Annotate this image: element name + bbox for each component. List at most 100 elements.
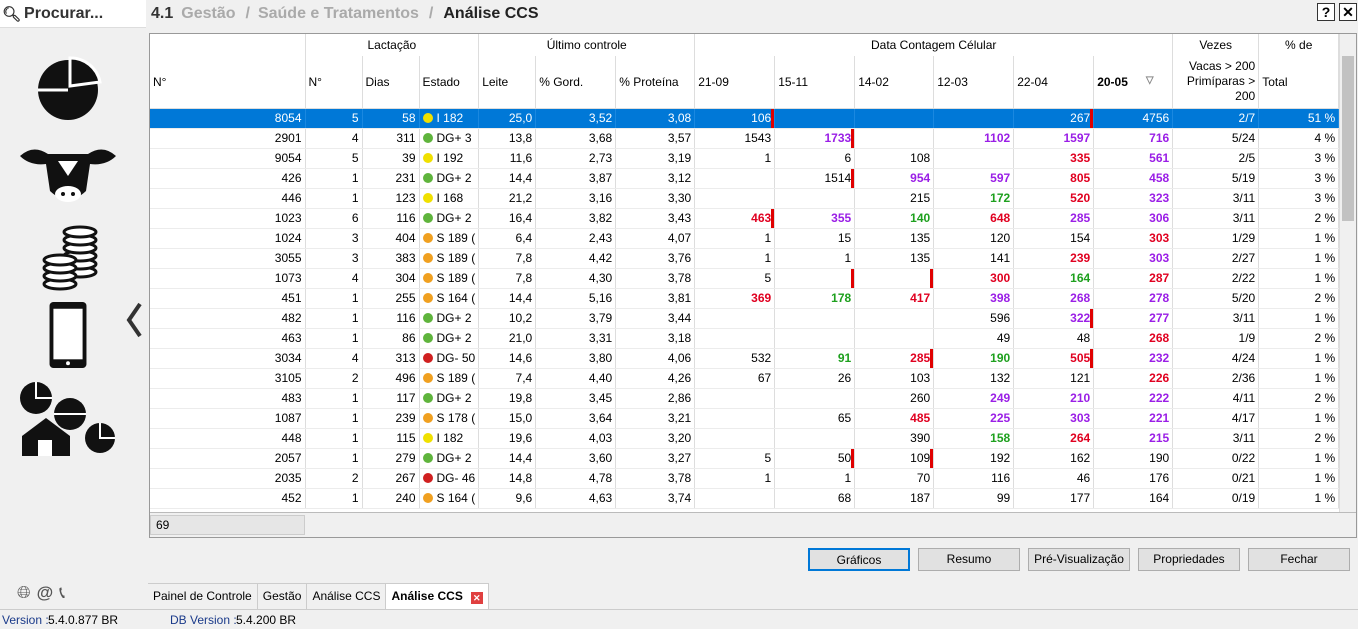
table-cell[interactable]: 121 <box>1013 368 1095 389</box>
table-cell[interactable]: 3 % <box>1258 188 1340 209</box>
table-cell[interactable]: 135 <box>854 248 935 269</box>
table-cell[interactable]: 65 <box>774 408 856 429</box>
table-cell[interactable]: 1 <box>694 148 776 169</box>
scrollbar-thumb[interactable] <box>1342 56 1354 221</box>
table-cell[interactable] <box>694 408 776 429</box>
table-cell[interactable]: 267 <box>1013 108 1095 129</box>
table-cell[interactable]: 99 <box>933 488 1015 509</box>
graficos-button[interactable]: Gráficos <box>808 548 910 571</box>
table-cell[interactable]: 16,4 <box>478 208 537 229</box>
table-cell[interactable]: 3/11 <box>1172 428 1260 449</box>
table-cell[interactable]: 369 <box>694 288 776 309</box>
table-cell[interactable]: 48 <box>1013 328 1095 349</box>
table-cell[interactable]: 1 <box>305 388 363 409</box>
table-cell[interactable] <box>774 388 856 409</box>
table-cell[interactable]: 463 <box>694 208 776 229</box>
table-cell[interactable] <box>694 328 776 349</box>
table-cell[interactable] <box>774 308 856 329</box>
table-cell[interactable]: 3,78 <box>615 468 696 489</box>
table-cell[interactable]: 2/27 <box>1172 248 1260 269</box>
table-cell[interactable]: 51 % <box>1258 108 1340 129</box>
table-cell[interactable]: 15 <box>774 228 856 249</box>
table-row[interactable]: 426 1 231 DG+ 2 14,4 3,87 3,12 1514 954 597 805 458… <box>150 168 1340 189</box>
table-cell[interactable]: 1 % <box>1258 408 1340 429</box>
table-cell[interactable]: 187 <box>854 488 935 509</box>
table-cell[interactable]: 716 <box>1093 128 1174 149</box>
help-button[interactable]: ? <box>1317 3 1335 21</box>
table-row[interactable]: 2035 2 267 DG- 46 14,8 4,78 3,78 1 1 70 116 46 176 0/… <box>150 468 1340 489</box>
table-cell[interactable]: 1 % <box>1258 228 1340 249</box>
table-cell[interactable]: 3,74 <box>615 488 696 509</box>
table-cell[interactable]: 2 % <box>1258 288 1340 309</box>
table-cell[interactable]: 215 <box>854 188 935 209</box>
table-cell[interactable]: 14,6 <box>478 348 537 369</box>
table-cell[interactable]: 458 <box>1093 168 1174 189</box>
table-cell[interactable]: 3/11 <box>1172 308 1260 329</box>
table-cell[interactable]: 15,0 <box>478 408 537 429</box>
table-cell[interactable]: 108 <box>854 148 935 169</box>
table-cell[interactable]: 390 <box>854 428 935 449</box>
table-cell[interactable]: 496 <box>362 368 420 389</box>
close-window-button[interactable]: ✕ <box>1339 3 1357 21</box>
table-cell[interactable]: 1 <box>774 248 856 269</box>
table-cell[interactable]: 3 <box>305 248 363 269</box>
table-cell[interactable]: 164 <box>1013 268 1095 289</box>
table-cell[interactable]: 5 <box>305 148 363 169</box>
table-cell[interactable]: 532 <box>694 348 776 369</box>
table-cell[interactable]: 4,42 <box>535 248 617 269</box>
table-cell[interactable]: 2 <box>305 468 363 489</box>
table-cell[interactable]: 1102 <box>933 128 1015 149</box>
table-cell[interactable]: 313 <box>362 348 420 369</box>
table-cell[interactable]: 448 <box>150 428 306 449</box>
table-cell[interactable]: 123 <box>362 188 420 209</box>
table-cell[interactable]: 1 % <box>1258 468 1340 489</box>
table-cell[interactable]: 4 <box>305 268 363 289</box>
table-cell[interactable]: 1 % <box>1258 348 1340 369</box>
table-cell[interactable]: 46 <box>1013 468 1095 489</box>
table-cell[interactable]: 300 <box>933 268 1015 289</box>
column-header[interactable]: N° <box>305 56 363 109</box>
table-cell[interactable]: 4,40 <box>535 368 617 389</box>
table-cell[interactable]: 3,64 <box>535 408 617 429</box>
table-cell[interactable]: 21,0 <box>478 328 537 349</box>
table-cell[interactable]: 4 % <box>1258 128 1340 149</box>
table-cell[interactable]: 452 <box>150 488 306 509</box>
table-cell[interactable]: 3,79 <box>535 308 617 329</box>
table-cell[interactable]: 1 % <box>1258 308 1340 329</box>
table-cell[interactable]: 5/20 <box>1172 288 1260 309</box>
table-cell[interactable] <box>774 188 856 209</box>
tab-gestao[interactable]: Gestão <box>257 584 308 609</box>
table-cell[interactable]: 426 <box>150 168 306 189</box>
table-cell[interactable]: 2/5 <box>1172 148 1260 169</box>
table-cell[interactable]: 239 <box>1013 248 1095 269</box>
table-row[interactable]: 452 1 240 S 164 (9,6 4,63 3,74 68 187 99 177 164 0/… <box>150 488 1340 509</box>
table-cell[interactable]: 68 <box>774 488 856 509</box>
table-cell[interactable]: 14,4 <box>478 168 537 189</box>
column-header[interactable]: Vacas > 200 Primíparas > 200 <box>1172 56 1260 109</box>
table-cell[interactable]: 19,8 <box>478 388 537 409</box>
table-cell[interactable]: 5/19 <box>1172 168 1260 189</box>
table-cell[interactable]: 3,43 <box>615 208 696 229</box>
table-cell[interactable]: 5 <box>694 448 776 469</box>
table-cell[interactable]: 3,57 <box>615 128 696 149</box>
table-cell[interactable]: 141 <box>933 248 1015 269</box>
mobile-phone-icon[interactable] <box>18 300 118 370</box>
estado-cell[interactable]: S 178 ( <box>419 408 480 429</box>
table-cell[interactable]: 21,2 <box>478 188 537 209</box>
table-cell[interactable]: 485 <box>854 408 935 429</box>
tab-close-icon[interactable]: ✕ <box>470 592 483 604</box>
table-cell[interactable]: 4 <box>305 348 363 369</box>
table-row[interactable]: 483 1 117 DG+ 2 19,8 3,45 2,86 260 249 210 222 4/11… <box>150 388 1340 409</box>
table-cell[interactable]: 2/7 <box>1172 108 1260 129</box>
table-cell[interactable]: 1087 <box>150 408 306 429</box>
table-cell[interactable]: 3 % <box>1258 148 1340 169</box>
table-cell[interactable]: 26 <box>774 368 856 389</box>
table-cell[interactable]: 5,16 <box>535 288 617 309</box>
column-header[interactable]: 15-11 <box>774 56 856 109</box>
pie-chart-icon[interactable] <box>18 52 118 122</box>
table-cell[interactable]: 1 % <box>1258 368 1340 389</box>
table-cell[interactable] <box>854 268 935 289</box>
table-cell[interactable]: 8054 <box>150 108 306 129</box>
table-cell[interactable]: 116 <box>933 468 1015 489</box>
estado-cell[interactable]: DG+ 2 <box>419 208 480 229</box>
